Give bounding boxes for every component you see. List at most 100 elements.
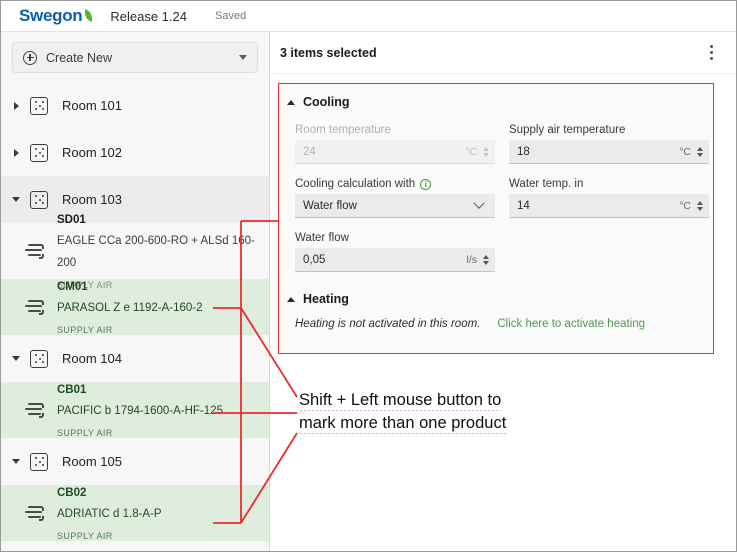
room-temperature-unit: °C xyxy=(465,146,477,158)
chevron-up-icon[interactable] xyxy=(287,297,295,302)
chevron-down-icon[interactable] xyxy=(11,356,21,361)
project-tree: Room 101 Room 102 Room 103 SD01 EAGLE CC… xyxy=(1,82,269,541)
chevron-down-icon[interactable] xyxy=(473,197,484,208)
product-code: CB02 xyxy=(57,487,86,499)
swegon-logo: Swegon xyxy=(19,6,93,26)
supply-air-temperature-stepper[interactable] xyxy=(697,147,703,157)
airflow-icon xyxy=(25,505,45,521)
room-icon xyxy=(30,453,48,471)
room-icon xyxy=(30,350,48,368)
room-icon xyxy=(30,97,48,115)
water-temp-in-input[interactable]: 14 °C xyxy=(509,194,709,218)
cooling-section-title: Cooling xyxy=(303,95,350,109)
room-temperature-value: 24 xyxy=(303,146,465,158)
product-text: CB02 ADRIATIC d 1.8-A-P SUPPLY AIR xyxy=(57,481,162,546)
chevron-up-icon[interactable] xyxy=(287,100,295,105)
tree-room-row[interactable]: Room 105 xyxy=(1,438,269,485)
field-supply-air-temperature: Supply air temperature 18 °C xyxy=(509,124,709,164)
heating-section-body: Heating is not activated in this room. C… xyxy=(279,306,713,330)
plus-circle-icon xyxy=(23,51,37,65)
create-new-button[interactable]: Create New xyxy=(12,42,258,73)
supply-air-temperature-value: 18 xyxy=(517,146,679,158)
water-temp-in-unit: °C xyxy=(679,200,691,212)
field-room-temperature: Room temperature 24 °C xyxy=(295,124,495,164)
product-description: EAGLE CCa 200-600-RO + ALSd 160-200 xyxy=(57,235,255,269)
airflow-icon xyxy=(25,299,45,315)
tree-room-row[interactable]: Room 101 xyxy=(1,82,269,129)
product-code: SD01 xyxy=(57,214,86,226)
water-flow-input[interactable]: 0,05 l/s xyxy=(295,248,495,272)
save-status: Saved xyxy=(215,10,246,22)
tree-room-row[interactable]: Room 102 xyxy=(1,129,269,176)
application-window: Swegon Release 1.24 Saved Create New Roo… xyxy=(0,0,737,552)
room-label: Room 104 xyxy=(62,351,122,366)
water-temp-in-label: Water temp. in xyxy=(509,178,709,190)
annotation-text: Shift + Left mouse button to mark more t… xyxy=(299,389,549,436)
chevron-right-icon[interactable] xyxy=(11,102,21,110)
main-header: 3 items selected xyxy=(271,32,736,74)
room-label: Room 105 xyxy=(62,454,122,469)
cooling-form: Room temperature 24 °C Supply air temper… xyxy=(279,109,713,272)
main-panel: 3 items selected Cooling Room temperatur… xyxy=(271,32,736,552)
cooling-calculation-select[interactable]: Water flow xyxy=(295,194,495,218)
tree-product-row[interactable]: SD01 EAGLE CCa 200-600-RO + ALSd 160-200… xyxy=(1,223,269,279)
product-air-type: SUPPLY AIR xyxy=(57,531,113,541)
kebab-menu-icon[interactable] xyxy=(698,40,724,66)
product-text: CM01 PARASOL Z e 1192-A-160-2 SUPPLY AIR xyxy=(57,275,203,340)
cooling-section-header[interactable]: Cooling xyxy=(279,84,713,109)
cooling-calculation-value: Water flow xyxy=(303,200,475,212)
product-description: ADRIATIC d 1.8-A-P xyxy=(57,508,162,520)
water-flow-value: 0,05 xyxy=(303,254,467,266)
room-icon xyxy=(30,144,48,162)
product-code: CB01 xyxy=(57,384,86,396)
caret-down-icon[interactable] xyxy=(239,55,247,60)
field-water-flow: Water flow 0,05 l/s xyxy=(295,232,495,272)
chevron-down-icon[interactable] xyxy=(11,197,21,202)
product-air-type: SUPPLY AIR xyxy=(57,428,113,438)
water-temp-in-stepper[interactable] xyxy=(697,201,703,211)
heating-section-title: Heating xyxy=(303,292,349,306)
tree-room-row[interactable]: Room 104 xyxy=(1,335,269,382)
product-description: PACIFIC b 1794-1600-A-HF-125 xyxy=(57,405,223,417)
room-label: Room 101 xyxy=(62,98,122,113)
room-temperature-label: Room temperature xyxy=(295,124,495,136)
field-water-temp-in: Water temp. in 14 °C xyxy=(509,178,709,218)
room-label: Room 103 xyxy=(62,192,122,207)
supply-air-temperature-label: Supply air temperature xyxy=(509,124,709,136)
field-cooling-calculation-with: Cooling calculation with i Water flow xyxy=(295,178,495,218)
cooling-calculation-label-text: Cooling calculation with xyxy=(295,178,415,190)
room-temperature-stepper xyxy=(483,147,489,157)
heating-message: Heating is not activated in this room. xyxy=(295,318,480,330)
annotation-line-2: mark more than one product xyxy=(299,414,506,434)
chevron-right-icon[interactable] xyxy=(11,149,21,157)
room-temperature-input: 24 °C xyxy=(295,140,495,164)
release-version: Release 1.24 xyxy=(110,9,187,24)
top-bar: Swegon Release 1.24 Saved xyxy=(1,1,736,32)
heating-section-header[interactable]: Heating xyxy=(279,292,713,306)
chevron-down-icon[interactable] xyxy=(11,459,21,464)
tree-product-row[interactable]: CB02 ADRIATIC d 1.8-A-P SUPPLY AIR xyxy=(1,485,269,541)
water-flow-stepper[interactable] xyxy=(483,255,489,265)
water-temp-in-value: 14 xyxy=(517,200,679,212)
cooling-calculation-label: Cooling calculation with i xyxy=(295,178,495,190)
leaf-icon xyxy=(83,9,94,22)
activate-heating-link[interactable]: Click here to activate heating xyxy=(497,318,645,330)
supply-air-temperature-unit: °C xyxy=(679,146,691,158)
water-flow-label: Water flow xyxy=(295,232,495,244)
create-new-label: Create New xyxy=(46,51,239,65)
product-air-type: SUPPLY AIR xyxy=(57,325,113,335)
logo-text: Swegon xyxy=(19,6,82,26)
sidebar: Create New Room 101 Room 102 Room 103 xyxy=(1,32,270,552)
airflow-icon xyxy=(25,243,45,259)
water-flow-unit: l/s xyxy=(467,254,478,266)
product-text: CB01 PACIFIC b 1794-1600-A-HF-125 SUPPLY… xyxy=(57,378,223,443)
airflow-icon xyxy=(25,402,45,418)
info-circle-icon[interactable]: i xyxy=(420,179,431,190)
product-code: CM01 xyxy=(57,281,88,293)
room-icon xyxy=(30,191,48,209)
product-description: PARASOL Z e 1192-A-160-2 xyxy=(57,302,203,314)
tree-product-row[interactable]: CB01 PACIFIC b 1794-1600-A-HF-125 SUPPLY… xyxy=(1,382,269,438)
annotation-line-1: Shift + Left mouse button to xyxy=(299,391,501,411)
cooling-heating-panel: Cooling Room temperature 24 °C Supply ai… xyxy=(278,83,714,354)
supply-air-temperature-input[interactable]: 18 °C xyxy=(509,140,709,164)
